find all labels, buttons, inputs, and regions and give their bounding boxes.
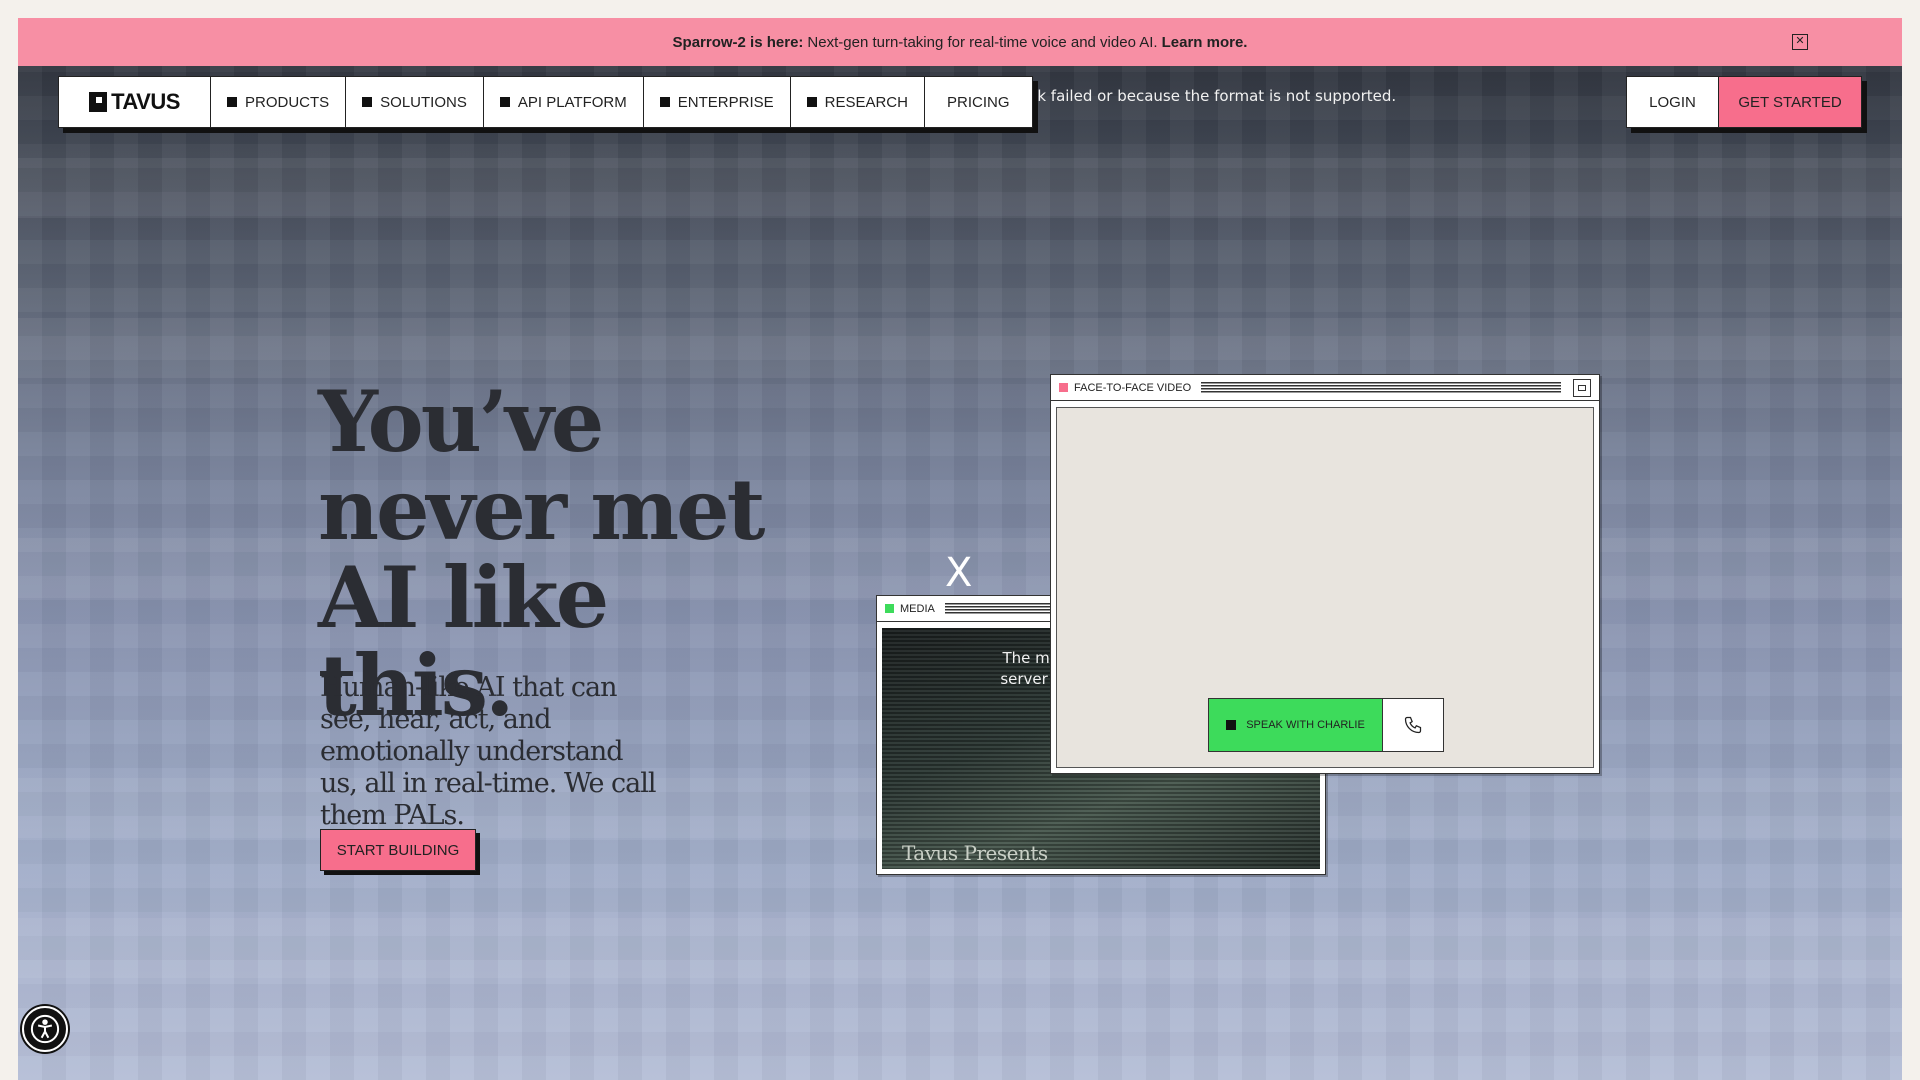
- announcement-message: Next-gen turn-taking for real-time voice…: [807, 33, 1158, 51]
- call-controls: SPEAK WITH CHARLIE: [1208, 698, 1444, 752]
- get-started-button[interactable]: GET STARTED: [1719, 77, 1861, 127]
- video-call-area: SPEAK WITH CHARLIE: [1056, 407, 1594, 768]
- nav-item-label: API PLATFORM: [517, 93, 627, 111]
- logo-mark-icon: [89, 92, 108, 112]
- face-to-face-window: FACE-TO-FACE VIDEO SPEAK WITH CHARLIE: [1050, 374, 1600, 774]
- square-icon: [659, 97, 670, 107]
- speak-button-label: SPEAK WITH CHARLIE: [1246, 719, 1365, 731]
- square-icon: [806, 97, 817, 107]
- auth-nav: LOGIN GET STARTED: [1626, 76, 1862, 128]
- cloud-band: [18, 918, 1902, 978]
- media-close-mark[interactable]: X: [945, 550, 972, 596]
- login-button[interactable]: LOGIN: [1627, 77, 1719, 127]
- phone-icon[interactable]: [1383, 699, 1443, 751]
- titlebar-stripes: [1201, 381, 1561, 394]
- nav-item-pricing[interactable]: PRICING: [925, 77, 1032, 127]
- nav-item-label: PRICING: [946, 93, 1010, 111]
- square-icon: [227, 97, 237, 107]
- nav-item-label: SOLUTIONS: [380, 93, 467, 111]
- nav-item-label: RESEARCH: [824, 93, 908, 111]
- accessibility-icon[interactable]: [22, 1006, 68, 1052]
- f2f-window-titlebar[interactable]: FACE-TO-FACE VIDEO: [1051, 375, 1599, 401]
- window-maximize-icon[interactable]: [1573, 378, 1591, 397]
- status-dot-icon: [885, 604, 894, 613]
- status-dot-icon: [1059, 383, 1068, 392]
- cloud-band: [18, 158, 1902, 218]
- hero-background: [18, 18, 1902, 1080]
- nav-item-enterprise[interactable]: ENTERPRISE: [644, 77, 791, 127]
- hero-subtitle: Human-like AI that can see, hear, act, a…: [320, 672, 657, 831]
- nav-item-products[interactable]: PRODUCTS: [211, 77, 347, 127]
- square-icon: [362, 97, 373, 107]
- nav-item-label: PRODUCTS: [245, 93, 330, 111]
- hero-title-line: You’ve: [318, 372, 604, 471]
- media-caption: Tavus Presents: [902, 841, 1048, 865]
- announcement-headline: Sparrow-2 is here:: [672, 33, 804, 51]
- media-window-title: MEDIA: [900, 602, 935, 615]
- f2f-window-title: FACE-TO-FACE VIDEO: [1074, 381, 1192, 394]
- nav-item-solutions[interactable]: SOLUTIONS: [346, 77, 484, 127]
- close-icon[interactable]: ✕: [1792, 34, 1808, 50]
- hero-title-line: never met: [318, 460, 765, 559]
- square-icon: [1226, 720, 1237, 730]
- nav-item-api-platform[interactable]: API PLATFORM: [484, 77, 644, 127]
- square-icon: [499, 97, 510, 107]
- nav-item-label: ENTERPRISE: [677, 93, 774, 111]
- main-nav: TAVUS PRODUCTS SOLUTIONS API PLATFORM EN…: [58, 76, 1033, 128]
- tavus-logo[interactable]: TAVUS: [59, 77, 211, 127]
- speak-with-charlie-button[interactable]: SPEAK WITH CHARLIE: [1209, 699, 1383, 751]
- announcement-bar: Sparrow-2 is here: Next-gen turn-taking …: [18, 18, 1902, 66]
- announcement-link[interactable]: Learn more.: [1162, 34, 1248, 51]
- cloud-band: [18, 318, 1902, 378]
- logo-text: TAVUS: [111, 89, 180, 114]
- start-building-button[interactable]: START BUILDING: [320, 829, 476, 871]
- nav-item-research[interactable]: RESEARCH: [791, 77, 925, 127]
